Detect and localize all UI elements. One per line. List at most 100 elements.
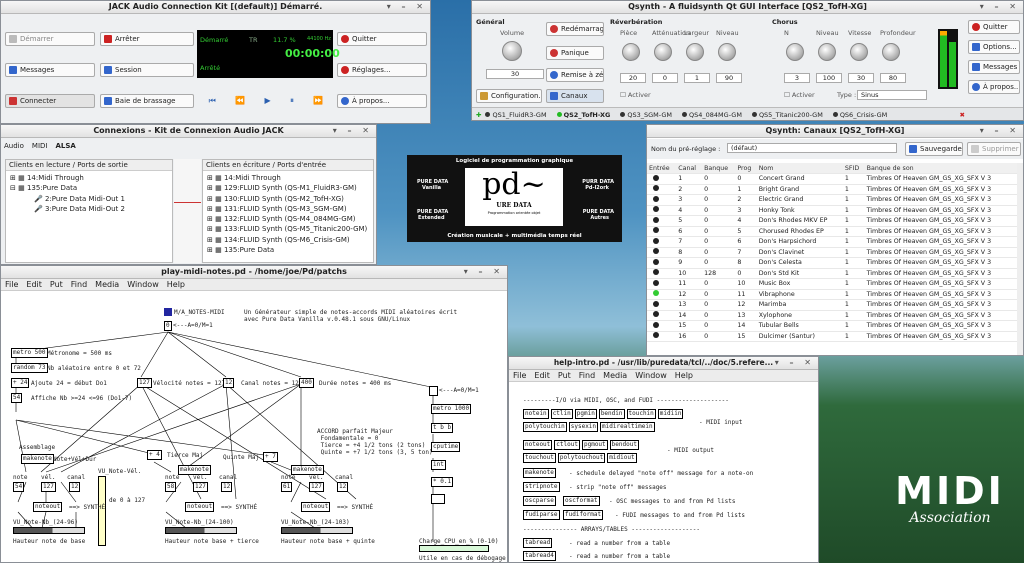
help-oscformat[interactable]: oscformat [563,496,600,506]
engine-tab[interactable]: QS6_Crisis-GM [832,111,887,119]
cpu-number-box[interactable] [431,494,445,504]
tab-audio[interactable]: Audio [4,142,24,150]
table-row[interactable]: 15 0 14 Tubular Bells 1 Timbres Of Heaven GM_… [647,320,1017,332]
pd-object[interactable]: ctlout [554,440,580,450]
input-client[interactable]: ⊞ ▦ 134:FLUID Synth (QS-M6_Crisis-GM) [207,235,369,245]
input-client[interactable]: ⊞ ▦ 135:Pure Data [207,245,369,255]
delete-preset-button[interactable]: Supprimer [967,142,1021,156]
table-scrollbar[interactable] [1017,163,1023,355]
pd-object[interactable]: ctlin [550,409,573,419]
panic-button[interactable]: Panique [546,46,604,60]
pd-object[interactable]: noteout [523,440,553,450]
menu-item[interactable]: File [5,280,18,289]
channel-number-box[interactable]: 12 [69,482,81,492]
menu-item[interactable]: Media [603,371,627,380]
rewind-start-icon[interactable]: ⏮ [209,94,216,108]
chorus-spinbox[interactable]: 100 [816,73,842,83]
pd-object[interactable]: midiin [657,409,684,419]
help-oscparse[interactable]: oscparse [523,496,556,506]
pd-object[interactable]: midirealtimein [600,422,655,432]
table-row[interactable]: 10 128 0 Don's Std Kit 1 Timbres Of Heaven GM… [647,268,1017,279]
menu-item[interactable]: Put [50,280,63,289]
menu-item[interactable]: Help [167,280,185,289]
input-client[interactable]: ⊞ ▦ 129:FLUID Synth (QS-M1_FluidR3-GM) [207,183,369,193]
type-select[interactable]: Sinus [857,90,927,100]
window-controls[interactable]: ▾ – ✕ [333,125,373,137]
engine-tab[interactable]: QS2_TofH-XG [556,111,610,119]
tab-midi[interactable]: MIDI [32,142,48,150]
channel-number-box[interactable]: 12 [337,482,349,492]
table-row[interactable]: 1 0 0 Concert Grand 1 Timbres Of Heaven GM_GS… [647,173,1017,185]
tab-alsa[interactable]: ALSA [55,142,75,150]
window-controls[interactable]: ▾ – ✕ [980,125,1020,137]
output-client[interactable]: ⊟ ▦ 135:Pure Data [10,183,168,193]
velocity-number-box[interactable]: 127 [137,378,152,388]
multiply-object[interactable]: * 0.1 [431,477,454,487]
noteout-object[interactable]: noteout [33,502,63,512]
int-object[interactable]: int [431,460,446,470]
noteout-object[interactable]: noteout [301,502,331,512]
plus4-object[interactable]: + 4 [147,450,162,460]
plus7-object[interactable]: + 7 [263,452,278,462]
input-client[interactable]: ⊞ ▦ 131:FLUID Synth (QS-M3_SGM-GM) [207,204,369,214]
chorus-activate[interactable]: ☐ Activer [784,91,815,99]
chorus-spinbox[interactable]: 30 [848,73,874,83]
save-preset-button[interactable]: Sauvegarder [905,142,963,156]
cpu-toggle[interactable] [429,386,438,396]
qsynth-about-button[interactable]: À propos... [968,80,1020,94]
chorus-knob[interactable] [818,43,836,61]
column-header[interactable]: Banque de son [864,163,1017,174]
velocity-number-box[interactable]: 127 [41,482,56,492]
qsynth-quit-button[interactable]: Quitter [968,20,1020,34]
reverb-knob[interactable] [654,43,672,61]
engine-tab[interactable]: QS4_084MG-GM [682,111,742,119]
column-header[interactable]: Nom [756,163,843,174]
menu-item[interactable]: File [513,371,526,380]
menu-item[interactable]: Window [127,280,159,289]
table-row[interactable]: 9 0 8 Don's Celesta 1 Timbres Of Heaven GM_GS… [647,257,1017,269]
window-controls[interactable]: ▾ – ✕ [980,1,1020,13]
remove-engine-icon[interactable]: ✖ [960,111,965,119]
pd-object[interactable]: notein [523,409,549,419]
output-client[interactable]: ⊞ ▦ 14:Midi Through [10,173,168,183]
pd-object[interactable]: bendout [609,440,639,450]
tbb-object[interactable]: t b b [431,423,454,433]
restart-button[interactable]: Redémarrage [546,22,604,36]
cputime-object[interactable]: cputime [431,442,461,452]
table-row[interactable]: 16 0 15 Dulcimer (Santur) 1 Timbres Of Heaven… [647,331,1017,342]
table-row[interactable]: 12 0 11 Vibraphone 1 Timbres Of Heaven GM_GS_… [647,289,1017,300]
velocity-number-box[interactable]: 127 [193,482,208,492]
volume-spinbox[interactable]: 30 [486,69,544,79]
pd-object[interactable]: polytouchin [523,422,567,432]
input-client[interactable]: ⊞ ▦ 133:FLUID Synth (QS-M5_Titanic200-GM… [207,224,369,234]
table-row[interactable]: 8 0 7 Don's Clavinet 1 Timbres Of Heaven GM_G… [647,247,1017,258]
toggle-box[interactable] [164,308,172,316]
note-number-box[interactable]: 61 [281,482,293,492]
jack-settings-button[interactable]: Réglages... [337,63,427,77]
rewind-icon[interactable]: ⏪ [235,94,245,108]
chorus-spinbox[interactable]: 3 [784,73,810,83]
table-row[interactable]: 2 0 1 Bright Grand 1 Timbres Of Heaven GM_GS_… [647,184,1017,195]
help-tabread[interactable]: tabread [523,538,553,548]
makenote-object[interactable]: makenote [21,454,54,464]
output-port[interactable]: 🎤 2:Pure Data Midi-Out 1 [10,194,168,204]
help-fudiparse[interactable]: fudiparse [523,510,560,520]
engine-tab[interactable]: QS5_Titanic200-GM [751,111,823,119]
table-row[interactable]: 11 0 10 Music Box 1 Timbres Of Heaven GM_GS_X… [647,278,1017,290]
jack-about-button[interactable]: À propos... [337,94,427,108]
column-header[interactable]: Prog [735,163,757,174]
pd-object[interactable]: pgmin [574,409,597,419]
table-row[interactable]: 4 0 3 Honky Tonk 1 Timbres Of Heaven GM_GS_XG… [647,205,1017,216]
chorus-knob[interactable] [850,43,868,61]
table-row[interactable]: 14 0 13 Xylophone 1 Timbres Of Heaven GM_GS_X… [647,310,1017,321]
table-row[interactable]: 13 0 12 Marimba 1 Timbres Of Heaven GM_GS_XG_… [647,299,1017,311]
random-object[interactable]: random 73 [11,363,48,373]
pd-object[interactable]: bendin [598,409,625,419]
jack-quit-button[interactable]: Quitter [337,32,427,46]
jack-session-button[interactable]: Session [100,63,194,77]
duration-number-box[interactable]: 400 [299,378,314,388]
forward-icon[interactable]: ⏩ [313,94,323,108]
menu-item[interactable]: Find [71,280,87,289]
metro1000-object[interactable]: metro 1000 [431,404,472,414]
column-header[interactable]: Canal [676,163,703,174]
